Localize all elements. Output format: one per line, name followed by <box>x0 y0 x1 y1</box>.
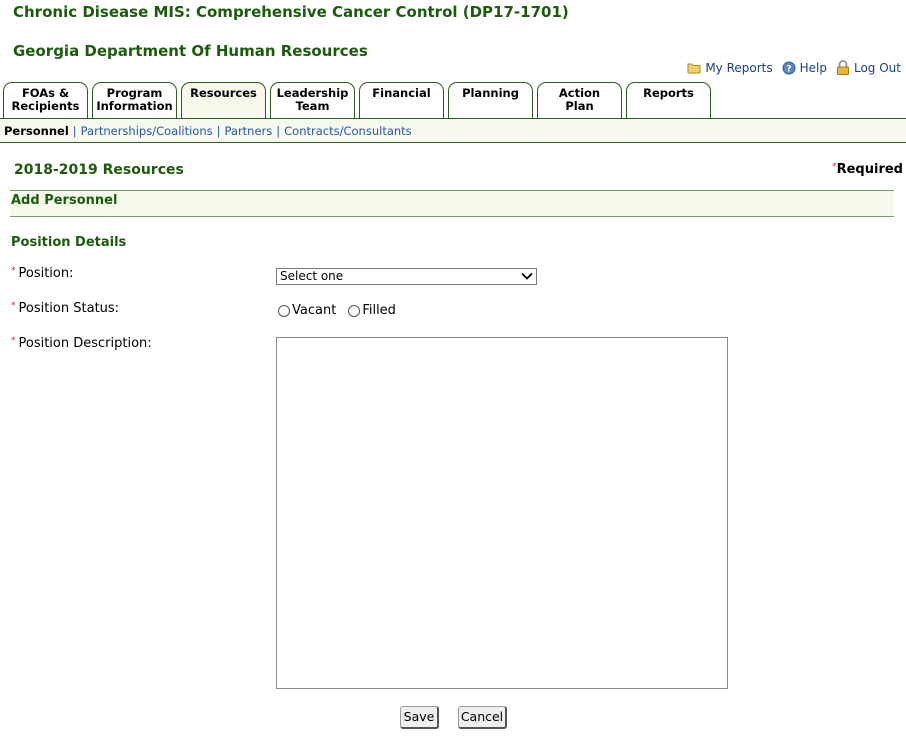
tab-label-line2: Information <box>96 99 173 113</box>
tab-label-line1: Planning <box>462 86 519 100</box>
status-vacant-label: Vacant <box>292 303 337 318</box>
organization-title: Georgia Department Of Human Resources <box>13 42 368 60</box>
radio-circle[interactable] <box>348 304 361 317</box>
folder-icon <box>687 63 701 73</box>
position-status-label-text: Position Status: <box>18 301 120 316</box>
subnav-item-partnerships-coalitions[interactable]: Partnerships/Coalitions <box>81 124 213 138</box>
page-title: 2018-2019 Resources <box>14 162 184 178</box>
radio-circle[interactable] <box>278 304 290 317</box>
my-reports-link[interactable]: My Reports <box>687 60 773 75</box>
status-vacant-radio[interactable]: Vacant <box>278 303 336 318</box>
my-reports-label: My Reports <box>705 60 773 75</box>
subnav-separator: | <box>72 124 77 138</box>
tab-label-line2: Plan <box>565 99 594 113</box>
required-label: Required <box>836 162 903 177</box>
cancel-button[interactable]: Cancel <box>458 706 507 729</box>
position-details-title: Position Details <box>11 235 127 250</box>
position-status-options: Vacant Filled <box>278 303 408 318</box>
position-description-textarea[interactable] <box>276 337 728 689</box>
position-description-label: * Position Description: <box>11 336 152 351</box>
tab-label-line1: Resources <box>190 86 257 100</box>
position-status-label: * Position Status: <box>11 301 119 316</box>
help-label: Help <box>799 60 827 75</box>
status-filled-radio[interactable]: Filled <box>348 303 396 318</box>
tab-financial[interactable]: Financial <box>359 82 444 119</box>
required-legend: *Required <box>832 162 903 177</box>
tab-reports[interactable]: Reports <box>626 82 711 119</box>
tab-label-line1: Financial <box>372 86 431 100</box>
save-button[interactable]: Save <box>400 706 439 729</box>
status-filled-label: Filled <box>362 303 396 318</box>
add-personnel-header: Add Personnel <box>10 190 894 217</box>
tab-resources[interactable]: Resources <box>181 82 266 119</box>
tab-label-line2: Recipients <box>11 99 80 113</box>
sub-navigation: Personnel | Partnerships/Coalitions | Partne… <box>0 119 906 143</box>
subnav-item-personnel[interactable]: Personnel <box>4 124 69 138</box>
log-out-link[interactable]: Log Out <box>836 60 901 75</box>
log-out-label: Log Out <box>853 60 901 75</box>
subnav-item-partners[interactable]: Partners <box>224 124 272 138</box>
help-icon: ? <box>782 61 796 74</box>
subnav-separator: | <box>276 124 281 138</box>
tab-program-information[interactable]: Program Information <box>92 82 177 119</box>
required-star: * <box>11 301 16 311</box>
subnav-item-contracts-consultants[interactable]: Contracts/Consultants <box>284 124 412 138</box>
chevron-down-icon <box>521 272 533 280</box>
tab-foas-recipients[interactable]: FOAs & Recipients <box>3 82 88 119</box>
position-select[interactable]: Select one <box>276 268 537 285</box>
tab-planning[interactable]: Planning <box>448 82 533 119</box>
position-description-label-text: Position Description: <box>18 336 152 351</box>
svg-text:?: ? <box>786 64 791 74</box>
help-link[interactable]: ? Help <box>782 61 827 75</box>
top-links: My Reports ? Help Log Out <box>678 60 901 75</box>
tab-label-line1: Reports <box>643 86 694 100</box>
position-label: * Position: <box>11 266 74 281</box>
main-tabs: FOAs & Recipients Program Information Reso… <box>3 82 715 119</box>
subnav-separator: | <box>216 124 221 138</box>
position-select-value: Select one <box>280 269 344 283</box>
tab-action-plan[interactable]: Action Plan <box>537 82 622 119</box>
lock-icon <box>836 60 849 75</box>
tab-leadership-team[interactable]: Leadership Team <box>270 82 355 119</box>
position-label-text: Position: <box>18 266 74 281</box>
required-star: * <box>11 336 16 346</box>
app-title: Chronic Disease MIS: Comprehensive Cance… <box>13 3 569 21</box>
tab-label-line2: Team <box>295 99 330 113</box>
required-star: * <box>11 266 16 276</box>
